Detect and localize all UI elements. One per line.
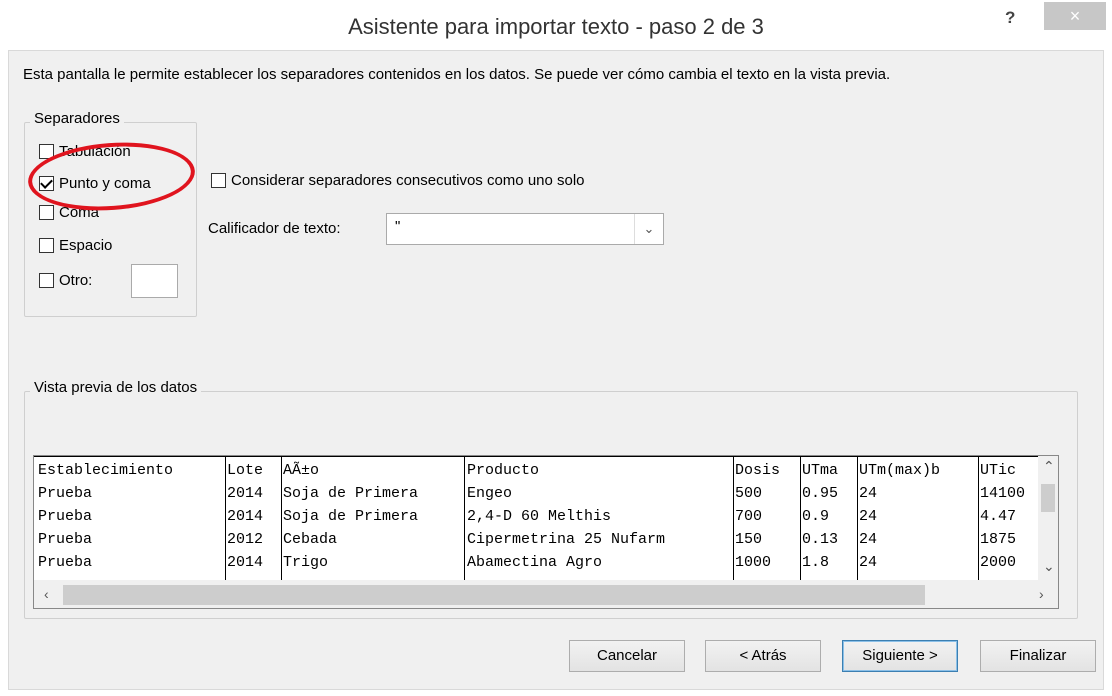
vertical-scroll-thumb[interactable] xyxy=(1041,484,1055,512)
consecutive-separators-option[interactable]: Considerar separadores consecutivos como… xyxy=(211,172,585,189)
preview-header-row: Establecimiento Lote AÃ±o Producto Dosis… xyxy=(34,459,1058,482)
qualifier-label: Calificador de texto: xyxy=(208,220,341,237)
separator-space-option[interactable]: Espacio xyxy=(39,237,112,254)
preview-cell: Abamectina Agro xyxy=(467,554,603,571)
preview-cell: Soja de Primera xyxy=(283,485,419,502)
preview-row: Prueba 2014 Trigo Abamectina Agro 1000 1… xyxy=(34,551,1058,574)
preview-cell: 0.13 xyxy=(802,531,839,548)
header-cell: Dosis xyxy=(735,462,781,479)
qualifier-value: " xyxy=(395,218,401,235)
preview-cell: 1875 xyxy=(980,531,1017,548)
preview-cell: Cipermetrina 25 Nufarm xyxy=(467,531,666,548)
preview-cell: 1000 xyxy=(735,554,772,571)
preview-cell: 24 xyxy=(859,485,878,502)
preview-cell: 700 xyxy=(735,508,763,525)
preview-cell: Prueba xyxy=(38,485,93,502)
preview-cell: 2012 xyxy=(227,531,264,548)
scroll-left-icon[interactable]: ‹ xyxy=(44,586,49,602)
consecutive-checkbox[interactable] xyxy=(211,173,226,188)
preview-cell: 150 xyxy=(735,531,763,548)
cancel-button[interactable]: Cancelar xyxy=(569,640,685,672)
preview-cell: 2014 xyxy=(227,485,264,502)
preview-cell: 2000 xyxy=(980,554,1017,571)
qualifier-select[interactable]: " ⌄ xyxy=(386,213,664,245)
preview-cell: 24 xyxy=(859,508,878,525)
header-cell: UTm(max)b xyxy=(859,462,941,479)
space-label: Espacio xyxy=(59,237,113,254)
scroll-up-icon[interactable]: ⌃ xyxy=(1043,458,1055,475)
preview-cell: 2014 xyxy=(227,508,264,525)
other-separator-input[interactable] xyxy=(131,264,178,298)
preview-cell: 500 xyxy=(735,485,763,502)
close-button[interactable]: × xyxy=(1044,2,1106,30)
header-cell: UTic xyxy=(980,462,1017,479)
header-cell: UTma xyxy=(802,462,839,479)
preview-cell: Trigo xyxy=(283,554,329,571)
preview-top-border xyxy=(34,456,1058,457)
window-frame-right xyxy=(1104,50,1112,696)
other-label: Otro: xyxy=(59,272,93,289)
header-cell: AÃ±o xyxy=(283,462,320,479)
back-button[interactable]: < Atrás xyxy=(705,640,821,672)
preview-row: Prueba 2014 Soja de Primera Engeo 500 0.… xyxy=(34,482,1058,505)
preview-cell: 0.9 xyxy=(802,508,830,525)
window-title: Asistente para importar texto - paso 2 d… xyxy=(348,14,764,39)
preview-cell: Soja de Primera xyxy=(283,508,419,525)
preview-cell: 24 xyxy=(859,554,878,571)
preview-row: Prueba 2012 Cebada Cipermetrina 25 Nufar… xyxy=(34,528,1058,551)
preview-cell: 2014 xyxy=(227,554,264,571)
space-checkbox[interactable] xyxy=(39,238,54,253)
preview-cell: Prueba xyxy=(38,508,93,525)
chevron-down-icon[interactable]: ⌄ xyxy=(634,214,663,244)
vertical-scrollbar[interactable]: ⌃ ⌄ xyxy=(1038,456,1058,580)
preview-cell: Prueba xyxy=(38,554,93,571)
separators-group-label: Separadores xyxy=(30,110,124,127)
preview-cell: 14100 xyxy=(980,485,1026,502)
preview-cell: Prueba xyxy=(38,531,93,548)
preview-cell: 2,4-D 60 Melthis xyxy=(467,508,612,525)
finish-button[interactable]: Finalizar xyxy=(980,640,1096,672)
next-button[interactable]: Siguiente > xyxy=(842,640,958,672)
other-checkbox[interactable] xyxy=(39,273,54,288)
preview-cell: Cebada xyxy=(283,531,338,548)
preview-cell: 4.47 xyxy=(980,508,1017,525)
title-bar: Asistente para importar texto - paso 2 d… xyxy=(0,0,1112,50)
preview-table: Establecimiento Lote AÃ±o Producto Dosis… xyxy=(34,456,1058,580)
preview-cell: 1.8 xyxy=(802,554,830,571)
separator-other-option[interactable]: Otro: xyxy=(39,272,92,289)
scroll-down-icon[interactable]: ⌄ xyxy=(1043,558,1055,575)
instructions-text: Esta pantalla le permite establecer los … xyxy=(23,66,891,83)
data-preview-grid[interactable]: Establecimiento Lote AÃ±o Producto Dosis… xyxy=(33,455,1059,609)
preview-cell: Engeo xyxy=(467,485,513,502)
header-cell: Lote xyxy=(227,462,264,479)
preview-group-label: Vista previa de los datos xyxy=(30,379,202,396)
horizontal-scroll-thumb[interactable] xyxy=(63,585,925,605)
consecutive-label: Considerar separadores consecutivos como… xyxy=(231,172,585,189)
scroll-right-icon[interactable]: › xyxy=(1039,586,1044,602)
header-cell: Establecimiento xyxy=(38,462,174,479)
preview-cell: 0.95 xyxy=(802,485,839,502)
window-frame-left xyxy=(0,50,8,696)
preview-row: Prueba 2014 Soja de Primera 2,4-D 60 Mel… xyxy=(34,505,1058,528)
header-cell: Producto xyxy=(467,462,540,479)
horizontal-scrollbar[interactable]: ‹ › xyxy=(34,580,1058,608)
help-button[interactable]: ? xyxy=(1005,8,1015,28)
comma-checkbox[interactable] xyxy=(39,205,54,220)
preview-cell: 24 xyxy=(859,531,878,548)
